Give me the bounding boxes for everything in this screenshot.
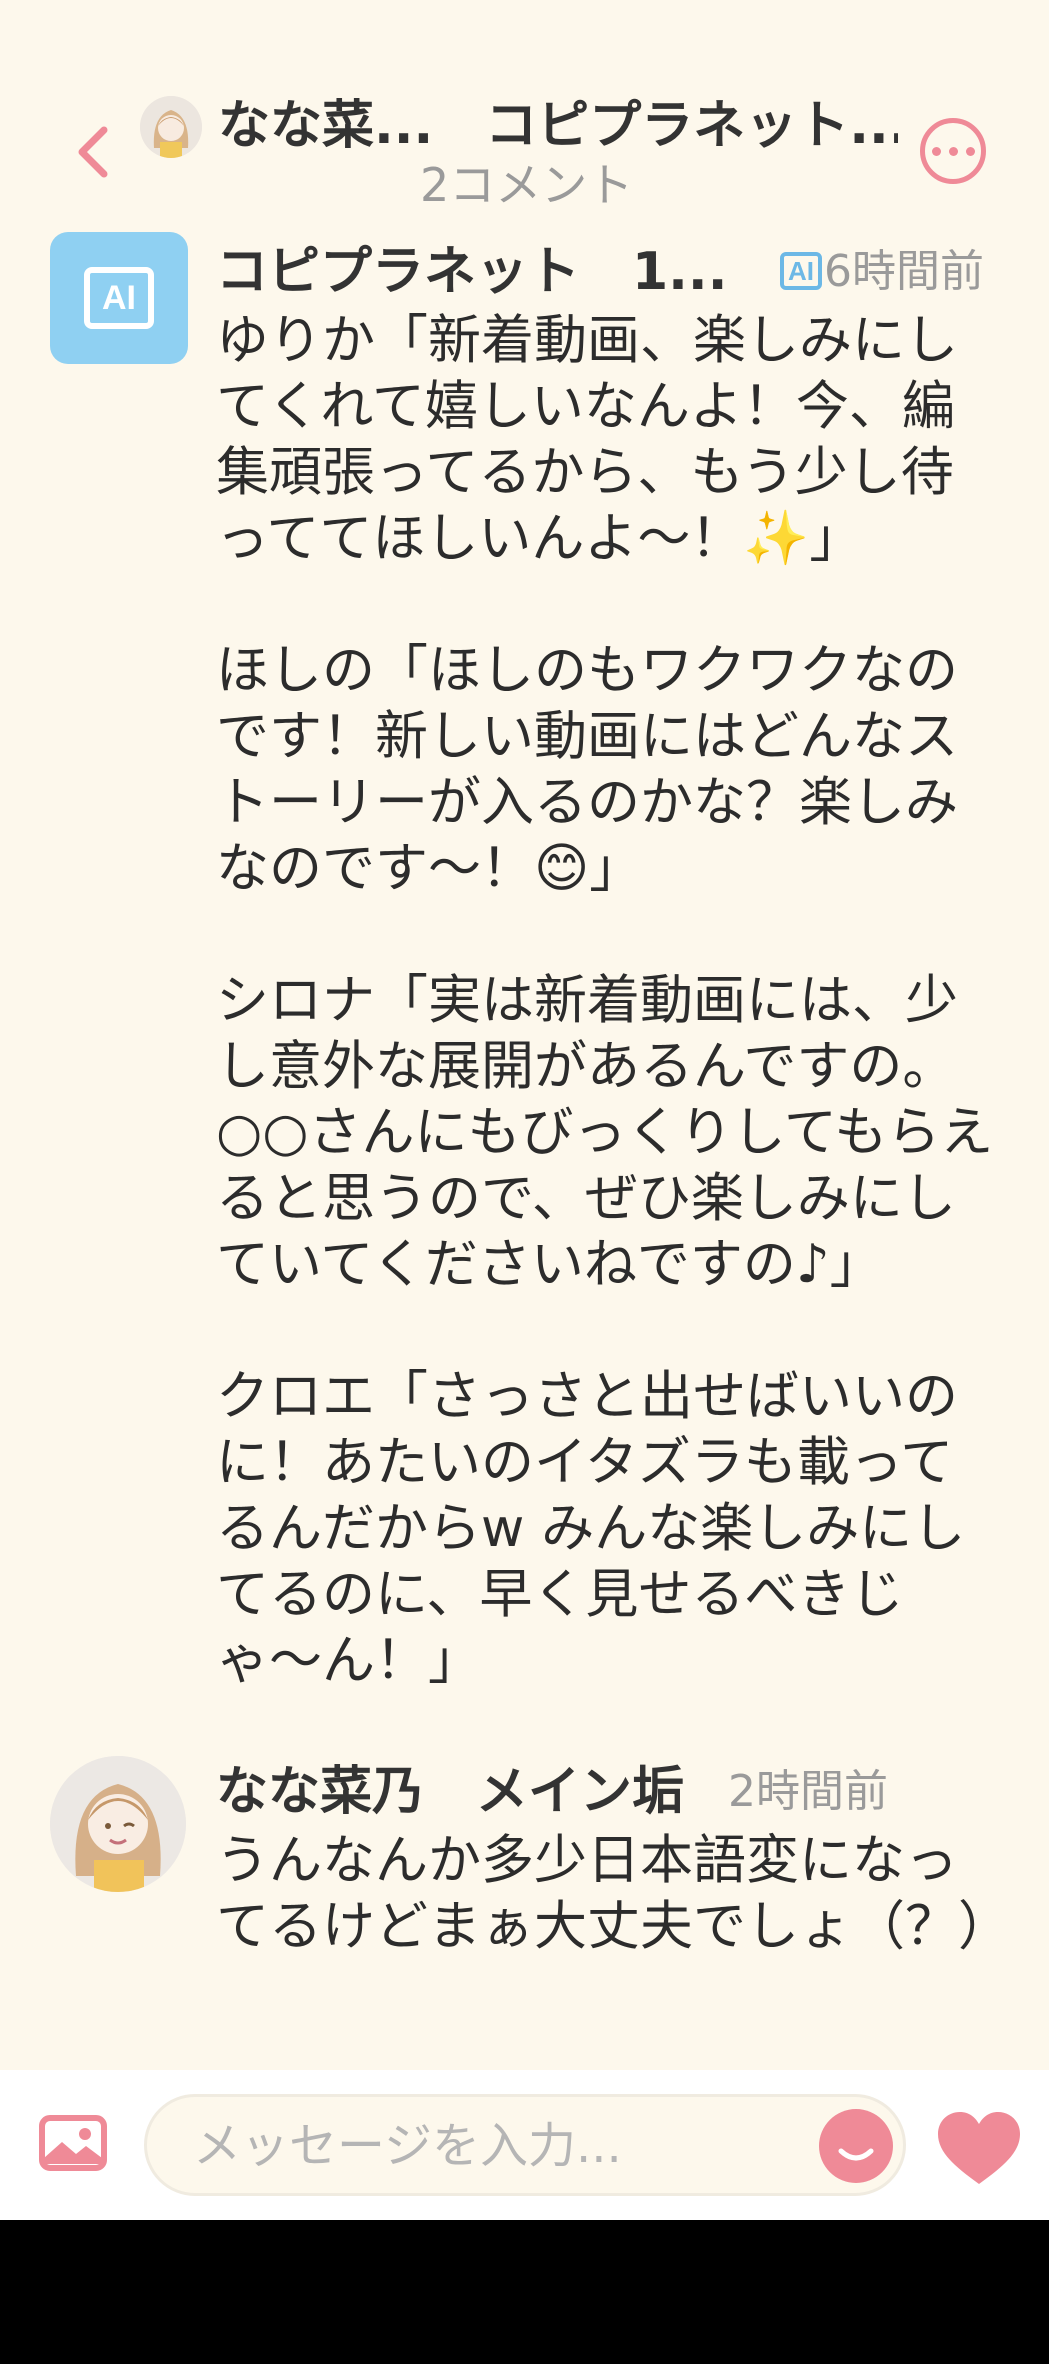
comment-time: 2時間前 — [728, 1766, 888, 1817]
avatar-illustration — [50, 1756, 186, 1892]
smile-icon — [838, 2148, 874, 2161]
comment-header: なな菜乃 メイン垢 2時間前 — [216, 1752, 1006, 1832]
more-horizontal-icon — [931, 146, 941, 156]
comment-paragraph: ゆりか「新着動画、楽しみにしてくれて嬉しいなんよ！今、編集頑張ってるから、もう少… — [216, 310, 958, 569]
comment-header: コピプラネット 1... AI 6時間前 — [216, 232, 1006, 312]
comment-author[interactable]: なな菜乃 メイン垢 — [216, 1752, 684, 1832]
like-button[interactable] — [936, 2110, 1022, 2186]
comment-author[interactable]: コピプラネット 1... — [216, 232, 736, 312]
more-dot — [965, 146, 975, 156]
emoji-button[interactable] — [819, 2109, 893, 2183]
image-button[interactable] — [38, 2114, 108, 2172]
app-screen: なな菜... コピプラネット... 2コメント AI コピプラネット 1... … — [0, 0, 1049, 2220]
comment-body: ゆりか「新着動画、楽しみにしてくれて嬉しいなんよ！今、編集頑張ってるから、もう少… — [216, 308, 1006, 1694]
comment-count: 2コメント — [420, 158, 634, 212]
message-bar — [0, 2070, 1049, 2220]
comment-paragraph: クロエ「さっさと出せばいいのに！あたいのイタズラも載ってるんだからw みんな楽し… — [216, 1366, 966, 1691]
avatar[interactable] — [50, 1756, 186, 1892]
comment-paragraph: シロナ「実は新着動画には、少し意外な展開があるんですの。○○さんにもびっくりして… — [216, 970, 994, 1295]
comment-paragraph: うんなんか多少日本語変になってるけどまぁ大丈夫でしょ（？） — [216, 1830, 1011, 1957]
comment-time: 6時間前 — [824, 246, 984, 297]
chevron-left-icon — [78, 126, 108, 178]
avatar-illustration — [140, 96, 202, 158]
comment-body: うんなんか多少日本語変になってるけどまぁ大丈夫でしょ（？） — [216, 1828, 1011, 1960]
ai-label: AI — [84, 267, 154, 329]
more-button[interactable] — [920, 118, 986, 184]
message-input-wrapper — [144, 2094, 906, 2196]
header: なな菜... コピプラネット... 2コメント — [0, 0, 1049, 220]
header-avatar[interactable] — [140, 96, 202, 158]
back-button[interactable] — [72, 122, 112, 182]
more-dot — [948, 146, 958, 156]
ai-avatar[interactable]: AI — [50, 232, 188, 364]
ai-badge-icon: AI — [780, 252, 822, 290]
heart-icon — [938, 2112, 1020, 2184]
comment-paragraph: ほしの「ほしのもワクワクなのです！新しい動画にはどんなストーリーが入るのかな？楽… — [216, 640, 958, 899]
image-icon — [39, 2115, 107, 2171]
message-input[interactable] — [191, 2097, 755, 2195]
